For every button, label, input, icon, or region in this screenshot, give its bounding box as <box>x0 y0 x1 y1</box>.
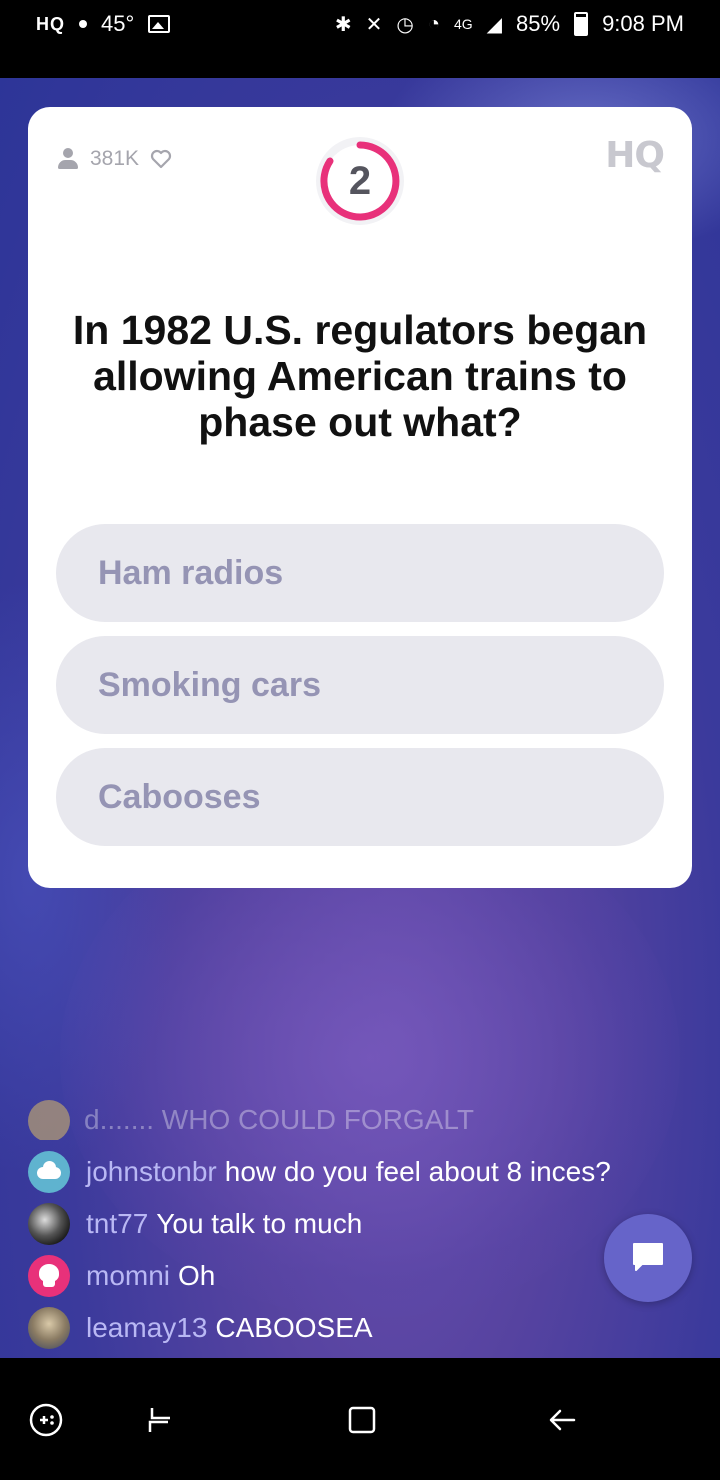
avatar <box>28 1307 70 1349</box>
location-icon <box>79 20 87 28</box>
countdown-timer: 2 <box>312 133 408 229</box>
clock: 9:08 PM <box>602 11 684 36</box>
hq-notification-icon: HQ <box>36 13 65 34</box>
timer-seconds: 2 <box>348 158 372 203</box>
chat-message: leamay13 CABOOSEA <box>28 1305 373 1351</box>
signal-icon: ◢ <box>486 13 503 36</box>
chat-username: momni <box>86 1260 171 1291</box>
avatar <box>28 1100 70 1140</box>
chat-faded-message: d....... WHO COULD FORGALT <box>28 1100 568 1140</box>
question-card: 381K HQ 2 In 1982 U.S. regulators began … <box>28 107 692 888</box>
viewer-count: 381K <box>56 147 173 171</box>
home-icon[interactable] <box>340 1398 384 1442</box>
recent-apps-icon[interactable] <box>138 1398 182 1442</box>
chat-username: tnt77 <box>86 1208 149 1239</box>
back-icon[interactable] <box>540 1398 584 1442</box>
chat-button[interactable] <box>604 1214 692 1302</box>
chat-bubble-icon <box>633 1243 663 1271</box>
mute-icon: ✕ <box>365 13 383 36</box>
chat-message: johnstonbr how do you feel about 8 inces… <box>28 1149 611 1195</box>
chat-text: CABOOSEA <box>215 1312 373 1343</box>
status-left: HQ 45° <box>36 11 171 37</box>
question-text: In 1982 U.S. regulators began allowing A… <box>72 307 648 445</box>
faded-message-text: d....... WHO COULD FORGALT <box>84 1104 474 1135</box>
chat-text: how do you feel about 8 inces? <box>224 1156 611 1187</box>
answer-option-1[interactable]: Ham radios <box>56 524 664 622</box>
chat-message: tnt77 You talk to much <box>28 1201 362 1247</box>
image-notification-icon <box>148 15 171 33</box>
chat-text: You talk to much <box>156 1208 363 1239</box>
answer-option-3[interactable]: Cabooses <box>56 748 664 846</box>
cloud-icon <box>28 1151 70 1193</box>
answer-option-2[interactable]: Smoking cars <box>56 636 664 734</box>
status-right: ✱ ✕ ◷ ◔ 4G ◢ 85% 9:08 PM <box>335 11 684 37</box>
person-icon <box>56 147 80 171</box>
network-type: 4G <box>453 16 473 32</box>
wifi-icon: ◔ <box>427 12 440 35</box>
bluetooth-icon: ✱ <box>334 13 352 36</box>
battery-icon <box>574 12 589 36</box>
chat-username: johnstonbr <box>86 1156 217 1187</box>
alarm-icon: ◷ <box>396 13 414 36</box>
skull-icon <box>28 1255 70 1297</box>
chat-text: Oh <box>178 1260 216 1291</box>
temperature: 45° <box>101 11 135 36</box>
hq-logo: HQ <box>605 135 665 176</box>
chat-username: leamay13 <box>86 1312 208 1343</box>
avatar <box>28 1203 70 1245</box>
chat-message: momni Oh <box>28 1253 215 1299</box>
viewer-count-label: 381K <box>90 147 140 170</box>
game-launcher-icon[interactable] <box>24 1398 68 1442</box>
heart-icon[interactable] <box>149 147 173 171</box>
battery-percent: 85% <box>516 11 561 36</box>
system-nav-bar <box>0 1358 720 1480</box>
status-bar: HQ 45° ✱ ✕ ◷ ◔ 4G ◢ 85% 9:08 PM <box>0 0 720 48</box>
